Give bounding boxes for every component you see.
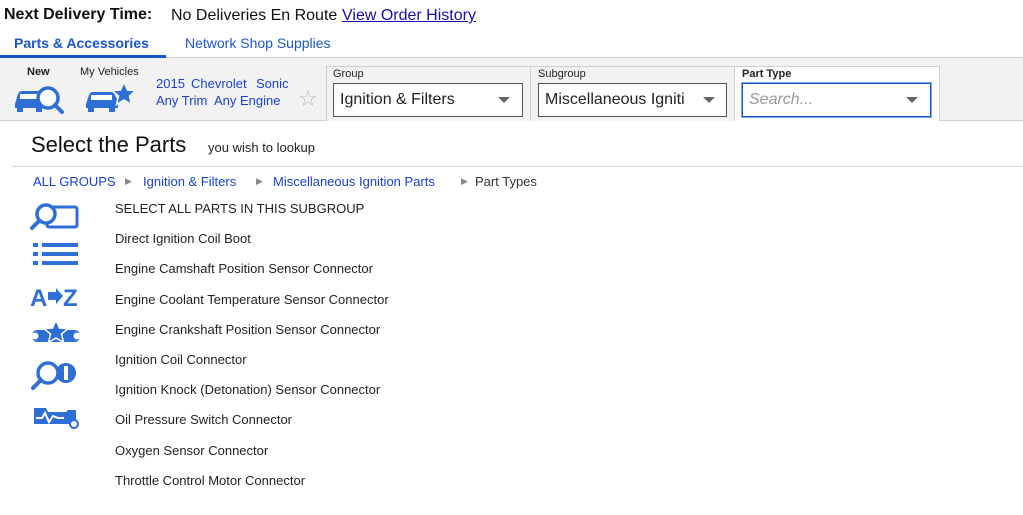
search-part-icon[interactable] <box>30 201 82 231</box>
breadcrumb-arrow-icon: ▶ <box>125 176 132 186</box>
part-type-item[interactable]: Engine Coolant Temperature Sensor Connec… <box>115 292 389 307</box>
subgroup-label: Subgroup <box>538 68 586 80</box>
vehicle-model-link[interactable]: Sonic <box>256 76 289 91</box>
subgroup-select-value: Miscellaneous Igniti <box>545 91 685 108</box>
breadcrumb-misc-ignition-parts[interactable]: Miscellaneous Ignition Parts <box>273 174 435 189</box>
breadcrumb-arrow-icon: ▶ <box>256 176 263 186</box>
page-title: Select the Parts <box>31 132 187 157</box>
select-all-parts-item[interactable]: SELECT ALL PARTS IN THIS SUBGROUP <box>115 201 364 216</box>
a-to-z-sort-icon[interactable]: A Z <box>30 282 82 312</box>
part-type-item[interactable]: Throttle Control Motor Connector <box>115 473 305 488</box>
breadcrumb-ignition-filters[interactable]: Ignition & Filters <box>143 174 236 189</box>
part-type-item[interactable]: Ignition Coil Connector <box>115 352 247 367</box>
group-select[interactable]: Ignition & Filters <box>333 83 523 117</box>
group-select-value: Ignition & Filters <box>340 91 455 108</box>
subgroup-select[interactable]: Miscellaneous Igniti <box>538 83 727 117</box>
parttype-search-placeholder: Search... <box>749 91 814 108</box>
view-order-history-link[interactable]: View Order History <box>342 7 476 25</box>
svg-text:Z: Z <box>63 285 78 312</box>
group-chevron-down-icon <box>498 97 510 103</box>
parttype-label: Part Type <box>742 68 792 80</box>
part-type-item[interactable]: Ignition Knock (Detonation) Sensor Conne… <box>115 382 380 397</box>
title-divider <box>12 166 1023 167</box>
new-vehicle-search-icon[interactable] <box>12 80 64 114</box>
delivery-status: No Deliveries En Route <box>171 7 338 24</box>
list-view-icon[interactable] <box>30 241 82 271</box>
diagnostic-car-icon[interactable] <box>30 400 82 430</box>
vehicle-year-link[interactable]: 2015 <box>156 76 185 91</box>
new-vehicle-label: New <box>27 66 50 78</box>
svg-text:A: A <box>30 285 47 312</box>
vehicle-make-link[interactable]: Chevrolet <box>191 76 247 91</box>
group-label: Group <box>333 68 364 80</box>
tools-star-icon[interactable] <box>30 318 82 350</box>
my-vehicles-car-star-icon[interactable] <box>84 80 138 114</box>
part-type-item[interactable]: Engine Camshaft Position Sensor Connecto… <box>115 261 373 276</box>
breadcrumb-current: Part Types <box>475 174 537 189</box>
tab-network-shop-supplies[interactable]: Network Shop Supplies <box>185 35 331 51</box>
part-type-item[interactable]: Direct Ignition Coil Boot <box>115 231 251 246</box>
parttype-chevron-down-icon <box>906 97 918 103</box>
my-vehicles-label: My Vehicles <box>80 66 139 78</box>
favorite-star-icon[interactable]: ☆ <box>298 88 318 110</box>
delivery-label: Next Delivery Time: <box>4 6 153 23</box>
page-subtitle: you wish to lookup <box>208 140 315 155</box>
search-wrench-icon[interactable] <box>30 360 82 390</box>
breadcrumb-all-groups[interactable]: ALL GROUPS <box>33 174 116 189</box>
part-type-item[interactable]: Oil Pressure Switch Connector <box>115 412 292 427</box>
part-type-item[interactable]: Engine Crankshaft Position Sensor Connec… <box>115 322 380 337</box>
tab-parts-accessories[interactable]: Parts & Accessories <box>14 35 149 51</box>
vehicle-trim-link[interactable]: Any Trim <box>156 93 207 108</box>
part-type-item[interactable]: Oxygen Sensor Connector <box>115 443 268 458</box>
parttype-search-input[interactable]: Search... <box>742 83 931 117</box>
vehicle-engine-link[interactable]: Any Engine <box>214 93 281 108</box>
subgroup-chevron-down-icon <box>703 97 715 103</box>
breadcrumb-arrow-icon: ▶ <box>461 176 468 186</box>
